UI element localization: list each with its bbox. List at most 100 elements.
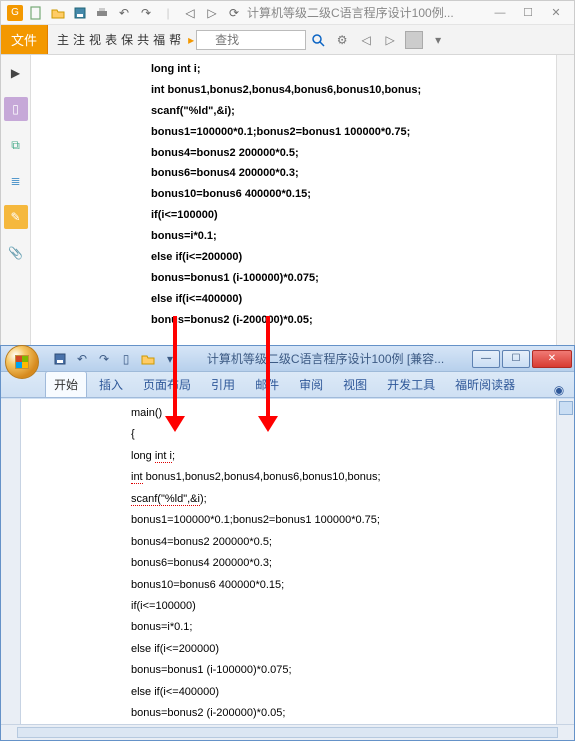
- tab-devtools[interactable]: 开发工具: [379, 372, 443, 397]
- back-icon[interactable]: ◁: [181, 4, 199, 22]
- code-line: scanf("%ld",&i);: [151, 101, 548, 122]
- code-line: bonus6=bonus4 200000*0.3;: [151, 163, 548, 184]
- menu-item[interactable]: 帮: [168, 29, 182, 50]
- print-icon[interactable]: [93, 4, 111, 22]
- maximize-button[interactable]: ☐: [502, 350, 530, 368]
- open-icon[interactable]: [139, 350, 157, 368]
- code-line: long int i;: [131, 446, 548, 467]
- undo-icon[interactable]: ↶: [115, 4, 133, 22]
- pdf-menubar: 文件 主 注 视 表 保 共 福 帮 ▸ ⚙ ◁ ▷ ▾: [1, 25, 574, 55]
- menu-item[interactable]: 主: [56, 29, 70, 50]
- code-line: else if(i<=200000): [131, 639, 548, 660]
- word-window-controls: — ☐ ✕: [472, 350, 572, 368]
- redo-icon[interactable]: ↷: [95, 350, 113, 368]
- menu-item[interactable]: 共: [136, 29, 150, 50]
- new-icon[interactable]: [27, 4, 45, 22]
- tab-foxit[interactable]: 福昕阅读器: [447, 372, 523, 397]
- code-line: bonus=i*0.1;: [131, 617, 548, 638]
- expand-icon[interactable]: ▶: [4, 61, 28, 85]
- code-line: bonus4=bonus2 200000*0.5;: [131, 532, 548, 553]
- minimize-icon[interactable]: —: [488, 5, 512, 21]
- code-line: int bonus1,bonus2,bonus4,bonus6,bonus10,…: [151, 80, 548, 101]
- menu-item[interactable]: 保: [120, 29, 134, 50]
- attachment-icon[interactable]: 📎: [4, 241, 28, 265]
- code-line: long int i;: [151, 59, 548, 80]
- close-icon[interactable]: ✕: [544, 5, 568, 21]
- close-button[interactable]: ✕: [532, 350, 572, 368]
- word-ribbon-tabs: 开始 插入 页面布局 引用 邮件 审阅 视图 开发工具 福昕阅读器 ◉: [1, 372, 574, 398]
- prev-icon[interactable]: ◁: [356, 30, 376, 50]
- code-line: bonus4=bonus2 200000*0.5;: [151, 143, 548, 164]
- undo-icon[interactable]: ↶: [73, 350, 91, 368]
- help-icon[interactable]: ◉: [550, 383, 568, 397]
- pdf-menu-items: 主 注 视 表 保 共 福 帮: [56, 29, 182, 50]
- code-line: {: [131, 424, 548, 445]
- annotation-arrow: [165, 316, 185, 432]
- vertical-scrollbar[interactable]: [556, 399, 574, 724]
- code-line: else if(i<=400000): [151, 289, 548, 310]
- forward-icon[interactable]: ▷: [203, 4, 221, 22]
- bookmark-icon[interactable]: ▸: [188, 33, 194, 47]
- search-input[interactable]: [196, 30, 306, 50]
- annotation-arrow: [258, 316, 278, 432]
- pdf-body: ▶ ▯ ⧉ ≣ ✎ 📎 long int i; int bonus1,bonus…: [1, 55, 574, 345]
- redo-icon[interactable]: ↷: [137, 4, 155, 22]
- avatar-icon: [405, 31, 423, 49]
- file-tab[interactable]: 文件: [1, 25, 48, 54]
- pdf-sidebar: ▶ ▯ ⧉ ≣ ✎ 📎: [1, 55, 31, 345]
- menu-item[interactable]: 视: [88, 29, 102, 50]
- layers-icon[interactable]: ≣: [4, 169, 28, 193]
- next-icon[interactable]: ▷: [380, 30, 400, 50]
- avatar-button[interactable]: [404, 30, 424, 50]
- code-line: bonus6=bonus4 200000*0.3;: [131, 553, 548, 574]
- quick-access-toolbar: ↶ ↷ ▯ ▾: [51, 350, 179, 368]
- pdf-content[interactable]: long int i; int bonus1,bonus2,bonus4,bon…: [31, 55, 556, 345]
- menu-item[interactable]: 表: [104, 29, 118, 50]
- search-group: [196, 30, 306, 50]
- tab-insert[interactable]: 插入: [91, 372, 131, 397]
- gear-icon[interactable]: ⚙: [332, 30, 352, 50]
- scroll-up-icon[interactable]: [559, 401, 573, 415]
- chevron-down-icon[interactable]: ▾: [428, 30, 448, 50]
- pdf-reader-window: G ↶ ↷ | ◁ ▷ ⟳ 计算机等级二级C语言程序设计100例... — ☐ …: [0, 0, 575, 346]
- menu-item[interactable]: 福: [152, 29, 166, 50]
- save-icon[interactable]: [71, 4, 89, 22]
- office-button[interactable]: [5, 345, 39, 379]
- pdf-titlebar: G ↶ ↷ | ◁ ▷ ⟳ 计算机等级二级C语言程序设计100例... — ☐ …: [1, 1, 574, 25]
- tab-review[interactable]: 审阅: [291, 372, 331, 397]
- code-line: bonus=bonus2 (i-200000)*0.05;: [151, 310, 548, 331]
- code-line: else if(i<=200000): [151, 247, 548, 268]
- spellcheck-mark: scanf("%ld",&i: [131, 493, 200, 506]
- tab-references[interactable]: 引用: [203, 372, 243, 397]
- code-line: main(): [131, 403, 548, 424]
- code-line: int bonus1,bonus2,bonus4,bonus6,bonus10,…: [131, 467, 548, 488]
- pdf-code-area: long int i; int bonus1,bonus2,bonus4,bon…: [31, 55, 556, 335]
- menu-item[interactable]: 注: [72, 29, 86, 50]
- bookmarks-icon[interactable]: ⧉: [4, 133, 28, 157]
- tab-home[interactable]: 开始: [45, 371, 87, 397]
- minimize-button[interactable]: —: [472, 350, 500, 368]
- word-content[interactable]: main() { long int i; int bonus1,bonus2,b…: [21, 399, 556, 724]
- horizontal-scrollbar[interactable]: [1, 724, 574, 740]
- pdf-title-text: 计算机等级二级C语言程序设计100例...: [247, 4, 454, 21]
- code-line: bonus1=100000*0.1;bonus2=bonus1 100000*0…: [131, 510, 548, 531]
- page-thumb-icon[interactable]: ▯: [4, 97, 28, 121]
- search-go-button[interactable]: [308, 30, 328, 50]
- scroll-track[interactable]: [17, 727, 558, 738]
- pdf-right-panel: [556, 55, 574, 345]
- maximize-icon[interactable]: ☐: [516, 5, 540, 21]
- save-icon[interactable]: [51, 350, 69, 368]
- tab-view[interactable]: 视图: [335, 372, 375, 397]
- open-icon[interactable]: [49, 4, 67, 22]
- comments-icon[interactable]: ✎: [4, 205, 28, 229]
- new-icon[interactable]: ▯: [117, 350, 135, 368]
- word-body: main() { long int i; int bonus1,bonus2,b…: [1, 398, 574, 724]
- spellcheck-mark: int: [131, 471, 143, 484]
- code-line: else if(i<=400000): [131, 682, 548, 703]
- code-line: if(i<=100000): [151, 205, 548, 226]
- code-line: bonus1=100000*0.1;bonus2=bonus1 100000*0…: [151, 122, 548, 143]
- code-line: bonus=bonus1 (i-100000)*0.075;: [151, 268, 548, 289]
- refresh-icon[interactable]: ⟳: [225, 4, 243, 22]
- code-line: if(i<=100000): [131, 596, 548, 617]
- divider-icon: |: [159, 4, 177, 22]
